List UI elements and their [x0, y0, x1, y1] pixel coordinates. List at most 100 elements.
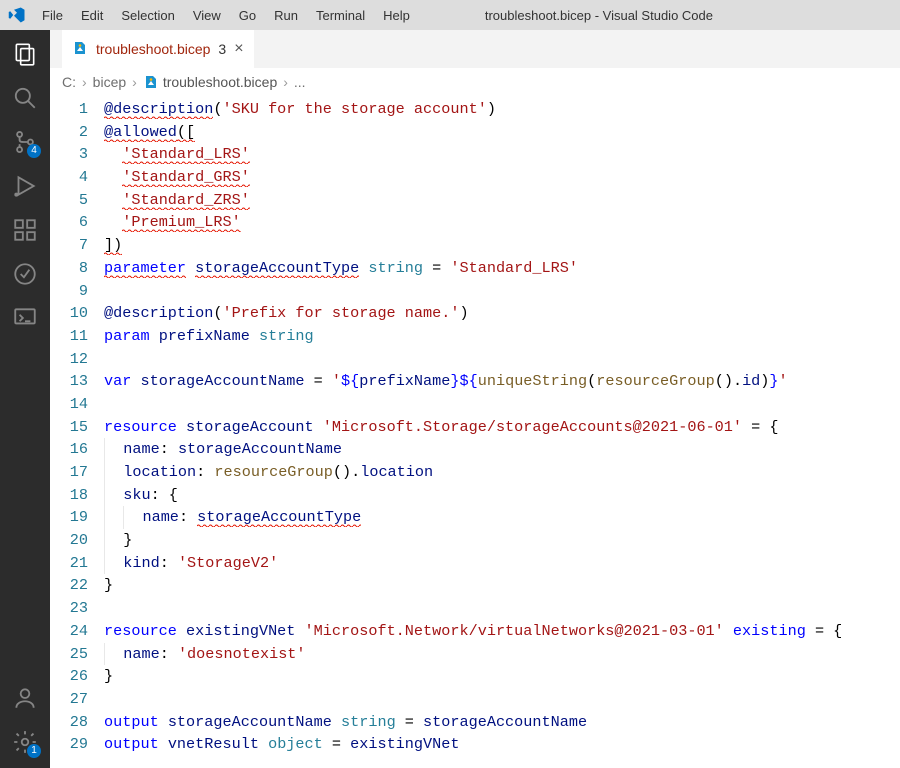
code-line[interactable]: @allowed([: [104, 121, 900, 144]
azure-resources-icon[interactable]: [11, 260, 39, 288]
line-number: 10: [50, 302, 88, 325]
tab-problem-count: 3: [218, 41, 226, 57]
chevron-right-icon: ›: [283, 74, 288, 90]
line-number: 9: [50, 280, 88, 303]
menu-item-selection[interactable]: Selection: [113, 4, 182, 27]
settings-gear-icon[interactable]: 1: [11, 728, 39, 756]
bicep-file-icon: [72, 40, 88, 59]
code-line[interactable]: var storageAccountName = '${prefixName}$…: [104, 370, 900, 393]
chevron-right-icon: ›: [82, 74, 87, 90]
chevron-right-icon: ›: [132, 74, 137, 90]
badge: 4: [27, 144, 41, 158]
code-line[interactable]: ]): [104, 234, 900, 257]
line-number: 26: [50, 665, 88, 688]
badge: 1: [27, 744, 41, 758]
extensions-icon[interactable]: [11, 216, 39, 244]
code-line[interactable]: name: 'doesnotexist': [104, 643, 900, 666]
tab-filename: troubleshoot.bicep: [96, 41, 210, 57]
menu-item-terminal[interactable]: Terminal: [308, 4, 373, 27]
code-line[interactable]: name: storageAccountType: [104, 506, 900, 529]
menu-item-run[interactable]: Run: [266, 4, 306, 27]
remote-explorer-icon[interactable]: [11, 304, 39, 332]
code-editor[interactable]: 1234567891011121314151617181920212223242…: [50, 96, 900, 768]
line-number: 17: [50, 461, 88, 484]
menu-item-go[interactable]: Go: [231, 4, 264, 27]
line-number: 14: [50, 393, 88, 416]
breadcrumb-segment[interactable]: C:: [62, 74, 76, 90]
line-number: 29: [50, 733, 88, 756]
code-line[interactable]: [104, 348, 900, 371]
activity-bar: 4 1: [0, 30, 50, 768]
code-content[interactable]: @description('SKU for the storage accoun…: [104, 96, 900, 768]
line-number: 15: [50, 416, 88, 439]
code-line[interactable]: output storageAccountName string = stora…: [104, 711, 900, 734]
line-number: 27: [50, 688, 88, 711]
line-number-gutter: 1234567891011121314151617181920212223242…: [50, 96, 104, 768]
code-line[interactable]: sku: {: [104, 484, 900, 507]
line-number: 20: [50, 529, 88, 552]
close-icon[interactable]: ×: [234, 41, 243, 57]
line-number: 25: [50, 643, 88, 666]
vscode-logo-icon: [0, 6, 34, 24]
menu-bar: FileEditSelectionViewGoRunTerminalHelp: [34, 4, 418, 27]
line-number: 18: [50, 484, 88, 507]
line-number: 23: [50, 597, 88, 620]
code-line[interactable]: 'Standard_GRS': [104, 166, 900, 189]
line-number: 12: [50, 348, 88, 371]
code-line[interactable]: location: resourceGroup().location: [104, 461, 900, 484]
code-line[interactable]: }: [104, 529, 900, 552]
line-number: 7: [50, 234, 88, 257]
tab-troubleshoot-bicep[interactable]: troubleshoot.bicep 3 ×: [62, 30, 255, 68]
source-control-icon[interactable]: 4: [11, 128, 39, 156]
code-line[interactable]: parameter storageAccountType string = 'S…: [104, 257, 900, 280]
line-number: 21: [50, 552, 88, 575]
window-title: troubleshoot.bicep - Visual Studio Code: [418, 8, 780, 23]
breadcrumbs[interactable]: C: › bicep › troubleshoot.bicep › ...: [50, 68, 900, 96]
search-icon[interactable]: [11, 84, 39, 112]
editor-tabs: troubleshoot.bicep 3 ×: [50, 30, 900, 68]
menu-item-edit[interactable]: Edit: [73, 4, 111, 27]
code-line[interactable]: }: [104, 665, 900, 688]
menu-item-file[interactable]: File: [34, 4, 71, 27]
line-number: 19: [50, 506, 88, 529]
code-line[interactable]: 'Standard_ZRS': [104, 189, 900, 212]
line-number: 22: [50, 574, 88, 597]
menu-item-help[interactable]: Help: [375, 4, 418, 27]
code-line[interactable]: [104, 280, 900, 303]
line-number: 28: [50, 711, 88, 734]
editor-area: troubleshoot.bicep 3 × C: › bicep › trou…: [50, 30, 900, 768]
line-number: 3: [50, 143, 88, 166]
menu-item-view[interactable]: View: [185, 4, 229, 27]
code-line[interactable]: [104, 597, 900, 620]
code-line[interactable]: resource existingVNet 'Microsoft.Network…: [104, 620, 900, 643]
line-number: 8: [50, 257, 88, 280]
line-number: 24: [50, 620, 88, 643]
code-line[interactable]: @description('SKU for the storage accoun…: [104, 98, 900, 121]
bicep-file-icon: [143, 74, 159, 90]
run-debug-icon[interactable]: [11, 172, 39, 200]
code-line[interactable]: param prefixName string: [104, 325, 900, 348]
line-number: 11: [50, 325, 88, 348]
line-number: 4: [50, 166, 88, 189]
titlebar: FileEditSelectionViewGoRunTerminalHelp t…: [0, 0, 900, 30]
breadcrumb-segment[interactable]: bicep: [93, 74, 126, 90]
code-line[interactable]: }: [104, 574, 900, 597]
code-line[interactable]: 'Premium_LRS': [104, 211, 900, 234]
code-line[interactable]: @description('Prefix for storage name.'): [104, 302, 900, 325]
line-number: 5: [50, 189, 88, 212]
code-line[interactable]: output vnetResult object = existingVNet: [104, 733, 900, 756]
explorer-icon[interactable]: [11, 40, 39, 68]
line-number: 2: [50, 121, 88, 144]
line-number: 13: [50, 370, 88, 393]
code-line[interactable]: resource storageAccount 'Microsoft.Stora…: [104, 416, 900, 439]
line-number: 16: [50, 438, 88, 461]
code-line[interactable]: name: storageAccountName: [104, 438, 900, 461]
code-line[interactable]: kind: 'StorageV2': [104, 552, 900, 575]
line-number: 6: [50, 211, 88, 234]
breadcrumb-segment[interactable]: troubleshoot.bicep: [143, 74, 277, 90]
accounts-icon[interactable]: [11, 684, 39, 712]
code-line[interactable]: [104, 688, 900, 711]
line-number: 1: [50, 98, 88, 121]
code-line[interactable]: 'Standard_LRS': [104, 143, 900, 166]
code-line[interactable]: [104, 393, 900, 416]
